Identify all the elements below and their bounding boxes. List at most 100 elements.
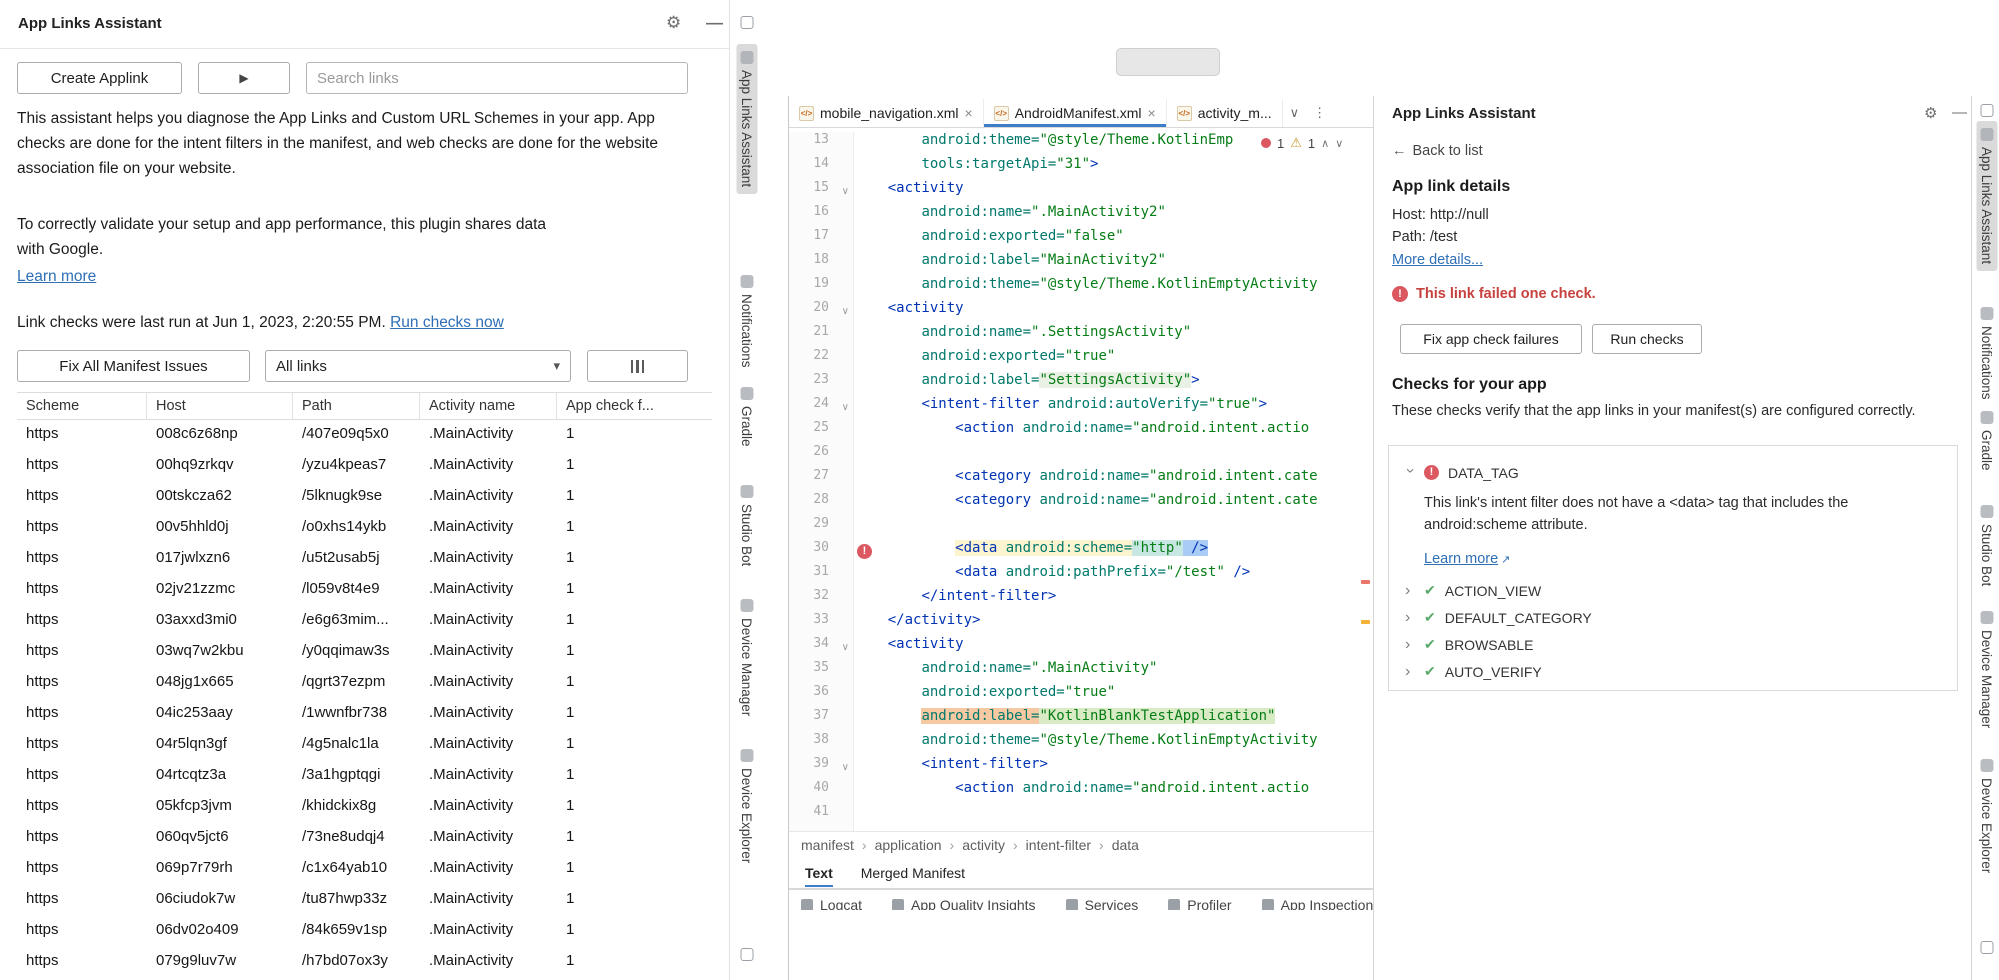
chevron-collapsed-icon[interactable]: › <box>1405 637 1415 653</box>
check-row-browsable[interactable]: ›✔BROWSABLE <box>1405 631 1941 658</box>
check-row-default_category[interactable]: ›✔DEFAULT_CATEGORY <box>1405 604 1941 631</box>
table-row[interactable]: https06dv02o409/84k659v1sp.MainActivity1 <box>17 914 729 945</box>
table-row[interactable]: https04r5lqn3gf/4g5nalc1la.MainActivity1 <box>17 728 729 759</box>
tool-stripe-device-explorer[interactable]: Device Explorer <box>736 742 757 870</box>
table-row[interactable]: https017jwlxzn6/u5t2usab5j.MainActivity1 <box>17 542 729 573</box>
warning-stripe-mark[interactable] <box>1361 620 1370 624</box>
gear-icon[interactable]: ⚙ <box>666 13 681 33</box>
fold-icon[interactable]: ∨ <box>842 396 849 420</box>
fold-icon[interactable]: ∨ <box>842 180 849 204</box>
breadcrumb-item[interactable]: application <box>875 832 942 859</box>
run-checks-now-link[interactable]: Run checks now <box>390 314 504 331</box>
table-row[interactable]: https02jv21zzmc/l059v8t4e9.MainActivity1 <box>17 573 729 604</box>
tool-window-button[interactable]: Logcat <box>801 897 862 910</box>
tool-stripe-notifications[interactable]: Notifications <box>1976 300 1997 407</box>
table-row[interactable]: https00hq9zrkqv/yzu4kpeas7.MainActivity1 <box>17 449 729 480</box>
tab-text[interactable]: Text <box>805 859 833 887</box>
chevron-expanded-icon[interactable]: › <box>1402 468 1418 478</box>
table-row[interactable]: https04rtcqtz3a/3a1hgptqgi.MainActivity1 <box>17 759 729 790</box>
tab-options-kebab-icon[interactable]: ⋮ <box>1306 99 1333 127</box>
fold-icon[interactable]: ∨ <box>842 756 849 780</box>
tab-merged-manifest[interactable]: Merged Manifest <box>861 859 965 887</box>
column-header[interactable]: Scheme <box>17 393 147 419</box>
tool-window-button[interactable]: App Inspection <box>1262 897 1373 910</box>
table-row[interactable]: https03axxd3mi0/e6g63mim....MainActivity… <box>17 604 729 635</box>
check-row-data-tag[interactable]: › ! DATA_TAG <box>1405 459 1941 486</box>
inspections-widget[interactable]: 1 ⚠ 1 ∧ ∨ <box>1257 134 1347 152</box>
column-header[interactable]: App check f... <box>557 393 712 419</box>
next-issue-icon[interactable]: ∨ <box>1335 137 1343 150</box>
table-row[interactable]: https079g9luv7w/h7bd07ox3y.MainActivity1 <box>17 945 729 976</box>
tool-stripe-device-explorer[interactable]: Device Explorer <box>1976 752 1997 880</box>
close-icon[interactable]: × <box>965 105 973 121</box>
breadcrumb-item[interactable]: activity <box>962 832 1005 859</box>
table-row[interactable]: https00tskcza62/5lknugk9se.MainActivity1 <box>17 480 729 511</box>
links-table-body[interactable]: https008c6z68np/407e09q5x0.MainActivity1… <box>17 418 729 976</box>
fix-app-check-failures-button[interactable]: Fix app check failures <box>1400 324 1582 354</box>
fold-icon[interactable]: ∨ <box>842 300 849 324</box>
tool-stripe-gradle[interactable]: Gradle <box>736 380 757 454</box>
table-row[interactable]: https060qv5jct6/73ne8udqj4.MainActivity1 <box>17 821 729 852</box>
tool-stripe-studio-bot[interactable]: Studio Bot <box>1976 498 1997 593</box>
tool-stripe-top-icon[interactable] <box>1980 104 1993 117</box>
breadcrumb-item[interactable]: intent-filter <box>1026 832 1091 859</box>
check-label: ACTION_VIEW <box>1445 583 1541 599</box>
fix-all-manifest-issues-button[interactable]: Fix All Manifest Issues <box>17 350 250 382</box>
table-row[interactable]: https069p7r79rh/c1x64yab10.MainActivity1 <box>17 852 729 883</box>
chevron-collapsed-icon[interactable]: › <box>1405 664 1415 680</box>
tool-window-button[interactable]: Services <box>1066 897 1139 910</box>
tab-activity-main-xml[interactable]: </> activity_m... <box>1167 99 1283 127</box>
table-row[interactable]: https048jg1x665/qgrt37ezpm.MainActivity1 <box>17 666 729 697</box>
tool-stripe-bottom-icon[interactable] <box>740 948 753 961</box>
tab-androidmanifest-xml[interactable]: </> AndroidManifest.xml × <box>984 99 1167 127</box>
close-icon[interactable]: × <box>1148 105 1156 121</box>
tool-stripe-notifications[interactable]: Notifications <box>736 268 757 375</box>
tool-stripe-device-manager[interactable]: Device Manager <box>1976 604 1997 735</box>
tool-stripe-gradle[interactable]: Gradle <box>1976 404 1997 478</box>
tool-stripe-app-links-assistant[interactable]: App Links Assistant <box>1976 121 1997 271</box>
code-editor[interactable]: 131415∨1617181920∨21222324∨252627282930!… <box>789 128 1373 831</box>
column-header[interactable]: Host <box>147 393 293 419</box>
minimize-icon[interactable]: — <box>1952 104 1967 121</box>
breadcrumb-item[interactable]: data <box>1112 832 1139 859</box>
error-stripe-mark[interactable] <box>1361 580 1370 584</box>
check-row-auto_verify[interactable]: ›✔AUTO_VERIFY <box>1405 658 1941 685</box>
table-row[interactable]: https06ciudok7w/tu87hwp33z.MainActivity1 <box>17 883 729 914</box>
links-filter-dropdown[interactable]: All links ▾ <box>265 350 571 382</box>
tool-window-button[interactable]: App Quality Insights <box>892 897 1036 910</box>
tool-stripe-bottom-icon[interactable] <box>1980 941 1993 954</box>
tab-mobile-navigation-xml[interactable]: </> mobile_navigation.xml × <box>789 99 984 127</box>
more-details-link[interactable]: More details... <box>1392 252 1483 268</box>
table-row[interactable]: https04ic253aay/1wwnfbr738.MainActivity1 <box>17 697 729 728</box>
code-lines[interactable]: android:theme="@style/Theme.KotlinEmp to… <box>854 132 1368 828</box>
tool-window-button[interactable]: Profiler <box>1168 897 1231 910</box>
learn-more-link[interactable]: Learn more <box>17 268 96 286</box>
chevron-collapsed-icon[interactable]: › <box>1405 583 1415 599</box>
run-button[interactable]: ▶ <box>198 62 290 94</box>
columns-button[interactable] <box>587 350 688 382</box>
gear-icon[interactable]: ⚙ <box>1924 104 1937 122</box>
chevron-collapsed-icon[interactable]: › <box>1405 610 1415 626</box>
run-checks-button[interactable]: Run checks <box>1592 324 1702 354</box>
table-row[interactable]: https03wq7w2kbu/y0qqimaw3s.MainActivity1 <box>17 635 729 666</box>
check-row-action_view[interactable]: ›✔ACTION_VIEW <box>1405 577 1941 604</box>
tool-stripe-device-manager[interactable]: Device Manager <box>736 592 757 723</box>
table-row[interactable]: https00v5hhld0j/o0xhs14ykb.MainActivity1 <box>17 511 729 542</box>
tool-stripe-app-links-assistant[interactable]: App Links Assistant <box>736 44 757 194</box>
table-row[interactable]: https05kfcp3jvm/khidckix8g.MainActivity1 <box>17 790 729 821</box>
tool-stripe-studio-bot[interactable]: Studio Bot <box>736 478 757 573</box>
back-to-list-link[interactable]: ←Back to list <box>1392 143 1483 159</box>
tool-stripe-top-icon[interactable] <box>740 16 753 29</box>
column-header[interactable]: Activity name <box>420 393 557 419</box>
breadcrumb-item[interactable]: manifest <box>801 832 854 859</box>
learn-more-link[interactable]: Learn more <box>1424 551 1498 567</box>
hidden-tabs-chevron-icon[interactable]: ∨ <box>1283 99 1307 127</box>
search-links-input[interactable] <box>306 62 688 94</box>
table-row[interactable]: https008c6z68np/407e09q5x0.MainActivity1 <box>17 418 729 449</box>
minimize-icon[interactable]: — <box>706 13 723 33</box>
column-header[interactable]: Path <box>293 393 420 419</box>
create-applink-button[interactable]: Create Applink <box>17 62 182 94</box>
gutter-line: 14 <box>789 156 853 180</box>
fold-icon[interactable]: ∨ <box>842 636 849 660</box>
prev-issue-icon[interactable]: ∧ <box>1321 137 1329 150</box>
